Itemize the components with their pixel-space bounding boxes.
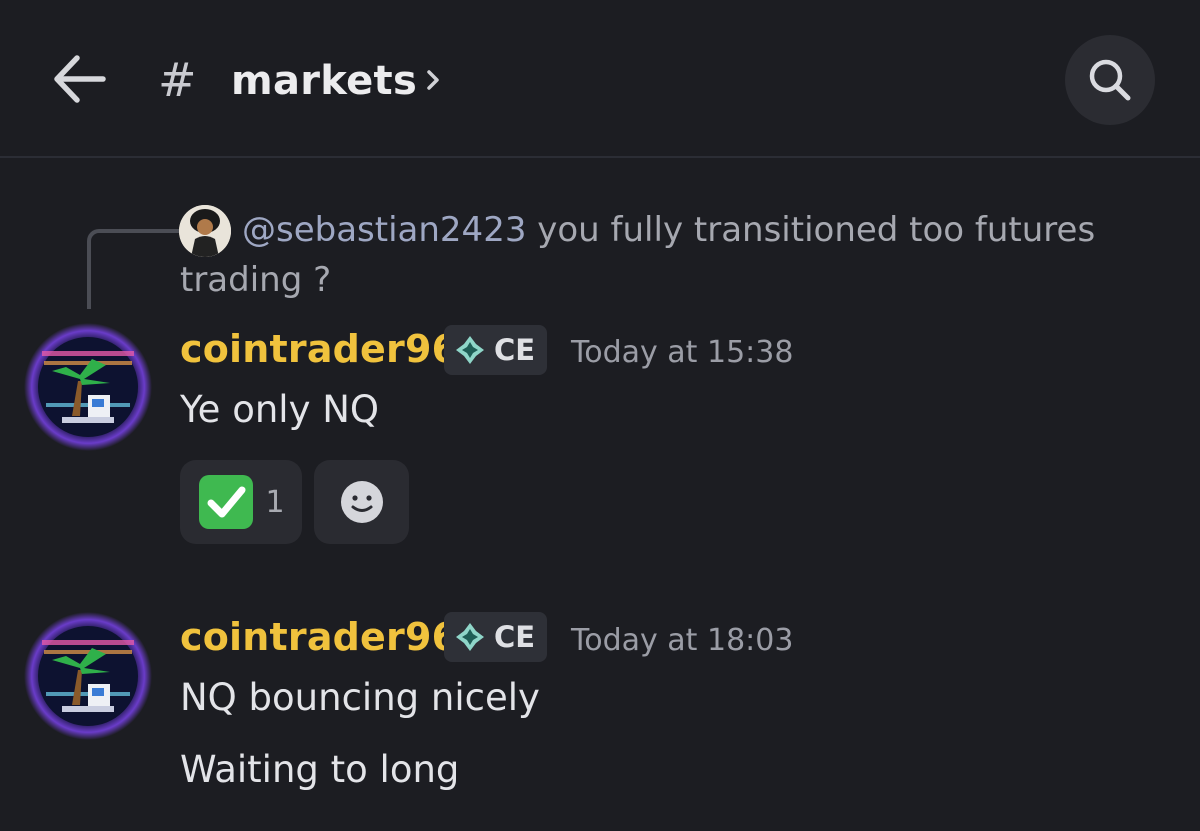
server-tag-badge[interactable]: CE — [444, 612, 548, 662]
avatar[interactable] — [22, 610, 154, 742]
avatar[interactable] — [22, 321, 154, 453]
reaction-count: 1 — [265, 484, 285, 520]
add-reaction-button[interactable] — [314, 460, 409, 544]
badge-label: CE — [494, 620, 536, 654]
message-text: Waiting to long — [180, 748, 460, 791]
search-button[interactable] — [1065, 35, 1155, 125]
diamond-sparkle-icon — [456, 336, 484, 364]
arrow-left-icon — [54, 55, 106, 103]
reply-preview[interactable]: @sebastian2423 you fully transitioned to… — [180, 205, 1140, 305]
username[interactable]: cointrader96 — [180, 614, 458, 660]
message-text: NQ bouncing nicely — [180, 676, 540, 719]
reply-mention[interactable]: @sebastian2423 — [242, 210, 526, 250]
channel-hash-icon: # — [158, 53, 197, 107]
message-text: Ye only NQ — [180, 388, 380, 431]
check-mark-icon — [199, 475, 254, 529]
channel-header: # markets — [0, 0, 1200, 158]
channel-title[interactable]: markets — [231, 52, 417, 110]
add-reaction-smiley-icon — [340, 481, 383, 523]
badge-label: CE — [494, 333, 536, 367]
chat-screen: # markets @sebastian2423 you fully trans… — [0, 0, 1200, 831]
reaction-checkmark[interactable]: 1 — [180, 460, 302, 544]
search-icon — [1089, 59, 1131, 101]
back-button[interactable] — [46, 48, 112, 110]
diamond-sparkle-icon — [456, 623, 484, 651]
chevron-right-icon[interactable] — [418, 60, 448, 100]
timestamp: Today at 15:38 — [571, 335, 794, 370]
timestamp: Today at 18:03 — [571, 623, 794, 658]
reply-connector-line — [87, 229, 179, 309]
username[interactable]: cointrader96 — [180, 326, 458, 372]
server-tag-badge[interactable]: CE — [444, 325, 548, 375]
